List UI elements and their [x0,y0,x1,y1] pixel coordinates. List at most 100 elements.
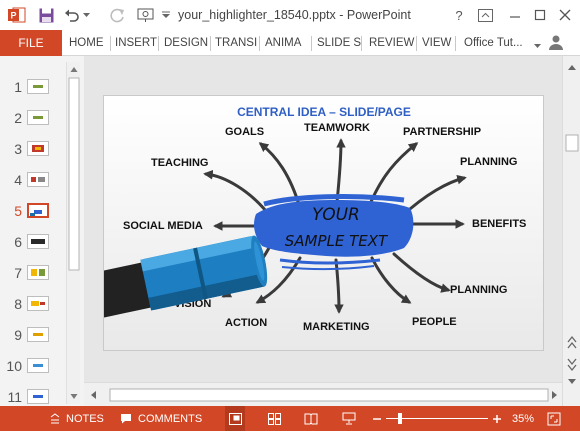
label-social-media: SOCIAL MEDIA [123,220,203,232]
arrow-marketing [334,258,344,314]
present-from-beginning-icon[interactable] [135,7,155,23]
comments-icon [121,414,131,424]
normal-view-icon [228,412,242,425]
zoom-in-icon [493,414,501,423]
powerpoint-logo-icon: P [7,7,27,23]
arrow-planning-top [400,174,467,218]
reading-view-button[interactable] [304,406,318,431]
status-bar: NOTES COMMENTS 35% [0,406,580,431]
slide-number: 5 [14,203,22,219]
redo-icon[interactable] [108,7,126,23]
save-icon[interactable] [37,7,55,23]
tab-divider [259,36,260,51]
slide-thumbnail[interactable]: 8 [0,293,66,315]
title-bar: P your_highlighter_18540.pptx - PowerPoi… [0,0,580,30]
label-teaching: TEACHING [151,157,208,169]
comments-label: COMMENTS [138,412,203,425]
tab-divider [210,36,211,51]
zoom-slider-thumb [398,413,402,424]
account-name[interactable]: Office Tut... [464,30,523,56]
zoom-out-icon [373,417,381,420]
slide-thumbnail[interactable]: 9 [0,324,66,346]
slide-thumbnail[interactable]: 7 [0,262,66,284]
fit-slide-icon [547,412,561,425]
slide-thumbnail-panel: 1 2 3 4 5 6 7 8 9 10 11 [0,56,84,406]
tab-transitions[interactable]: TRANSI [215,30,257,56]
slide-preview [27,110,49,125]
label-benefits: BENEFITS [472,218,526,230]
slide-number: 2 [14,110,22,126]
notes-icon [50,413,60,424]
tab-insert[interactable]: INSERT [115,30,157,56]
slide-thumbnail[interactable]: 1 [0,76,66,98]
reading-view-icon [304,413,318,424]
slide-number: 7 [14,265,22,281]
notes-button[interactable]: NOTES [50,406,104,431]
notes-label: NOTES [66,412,104,425]
minimize-icon[interactable] [506,7,524,23]
mind-map-diagram: CENTRAL IDEA – SLIDE/PAGE YOUR SAMPLE TE… [104,105,526,333]
account-avatar-icon[interactable] [545,34,567,50]
slide-preview [27,389,49,404]
ribbon-display-options-icon[interactable] [476,7,494,23]
tab-slide-show[interactable]: SLIDE S [317,30,361,56]
arrow-teamwork [335,138,346,204]
slide-show-icon [342,412,356,425]
tab-home[interactable]: HOME [69,30,104,56]
slide-thumbnail[interactable]: 6 [0,231,66,253]
slide-preview [27,265,49,280]
tab-divider [110,36,111,51]
slide-thumbnail[interactable]: 2 [0,107,66,129]
slide-thumbnail[interactable]: 10 [0,355,66,377]
slide-number: 6 [14,234,22,250]
ribbon-tabs: FILE HOME INSERT DESIGN TRANSI ANIMA SLI… [0,30,580,56]
slide-preview [27,296,49,311]
tab-design[interactable]: DESIGN [164,30,208,56]
comments-button[interactable]: COMMENTS [120,406,202,431]
slide-preview [27,358,49,373]
tab-divider [455,36,456,51]
maximize-icon[interactable] [531,7,549,23]
undo-dropdown-icon[interactable] [81,7,91,23]
slide-show-button[interactable] [342,406,356,431]
customize-toolbar-icon[interactable] [160,7,172,23]
tab-divider [158,36,159,51]
arrow-people [370,256,412,304]
close-icon[interactable] [556,7,574,23]
slide-thumbnail[interactable]: 3 [0,138,66,160]
slide-sorter-button[interactable] [268,406,281,431]
slide-preview [27,172,49,187]
help-icon[interactable]: ? [452,7,466,23]
file-tab[interactable]: FILE [0,30,62,56]
label-planning-bottom: PLANNING [450,284,507,296]
slide-number: 8 [14,296,22,312]
slide-number: 1 [14,79,22,95]
label-marketing: MARKETING [303,321,370,333]
account-dropdown-icon[interactable] [533,38,542,54]
slide-thumbnail[interactable]: 11 [0,386,66,408]
zoom-out-button[interactable] [372,406,382,431]
slide-preview [27,79,49,94]
slide-thumbnail[interactable]: 4 [0,169,66,191]
slide-thumbnail-active[interactable]: 5 [0,200,66,222]
zoom-in-button[interactable] [492,406,502,431]
zoom-slider[interactable] [386,406,488,431]
slide-preview [27,203,49,218]
slide-vertical-scrollbar[interactable] [562,56,580,406]
tab-review[interactable]: REVIEW [369,30,414,56]
label-teamwork: TEAMWORK [304,122,370,134]
powerpoint-window: P your_highlighter_18540.pptx - PowerPoi… [0,0,580,431]
fit-slide-button[interactable] [547,406,561,431]
undo-icon[interactable] [63,7,81,23]
slide-number: 10 [6,358,22,374]
tab-animations[interactable]: ANIMA [265,30,301,56]
slide-number: 3 [14,141,22,157]
normal-view-button[interactable] [225,406,245,431]
zoom-level[interactable]: 35% [512,406,534,431]
tab-view[interactable]: VIEW [422,30,451,56]
slide-horizontal-scrollbar[interactable] [84,382,562,406]
thumbnail-scrollbar[interactable] [66,62,80,404]
slide-canvas[interactable]: CENTRAL IDEA – SLIDE/PAGE YOUR SAMPLE TE… [103,95,544,351]
center-text-line2: SAMPLE TEXT [285,232,389,250]
arrow-partnership [368,142,419,206]
